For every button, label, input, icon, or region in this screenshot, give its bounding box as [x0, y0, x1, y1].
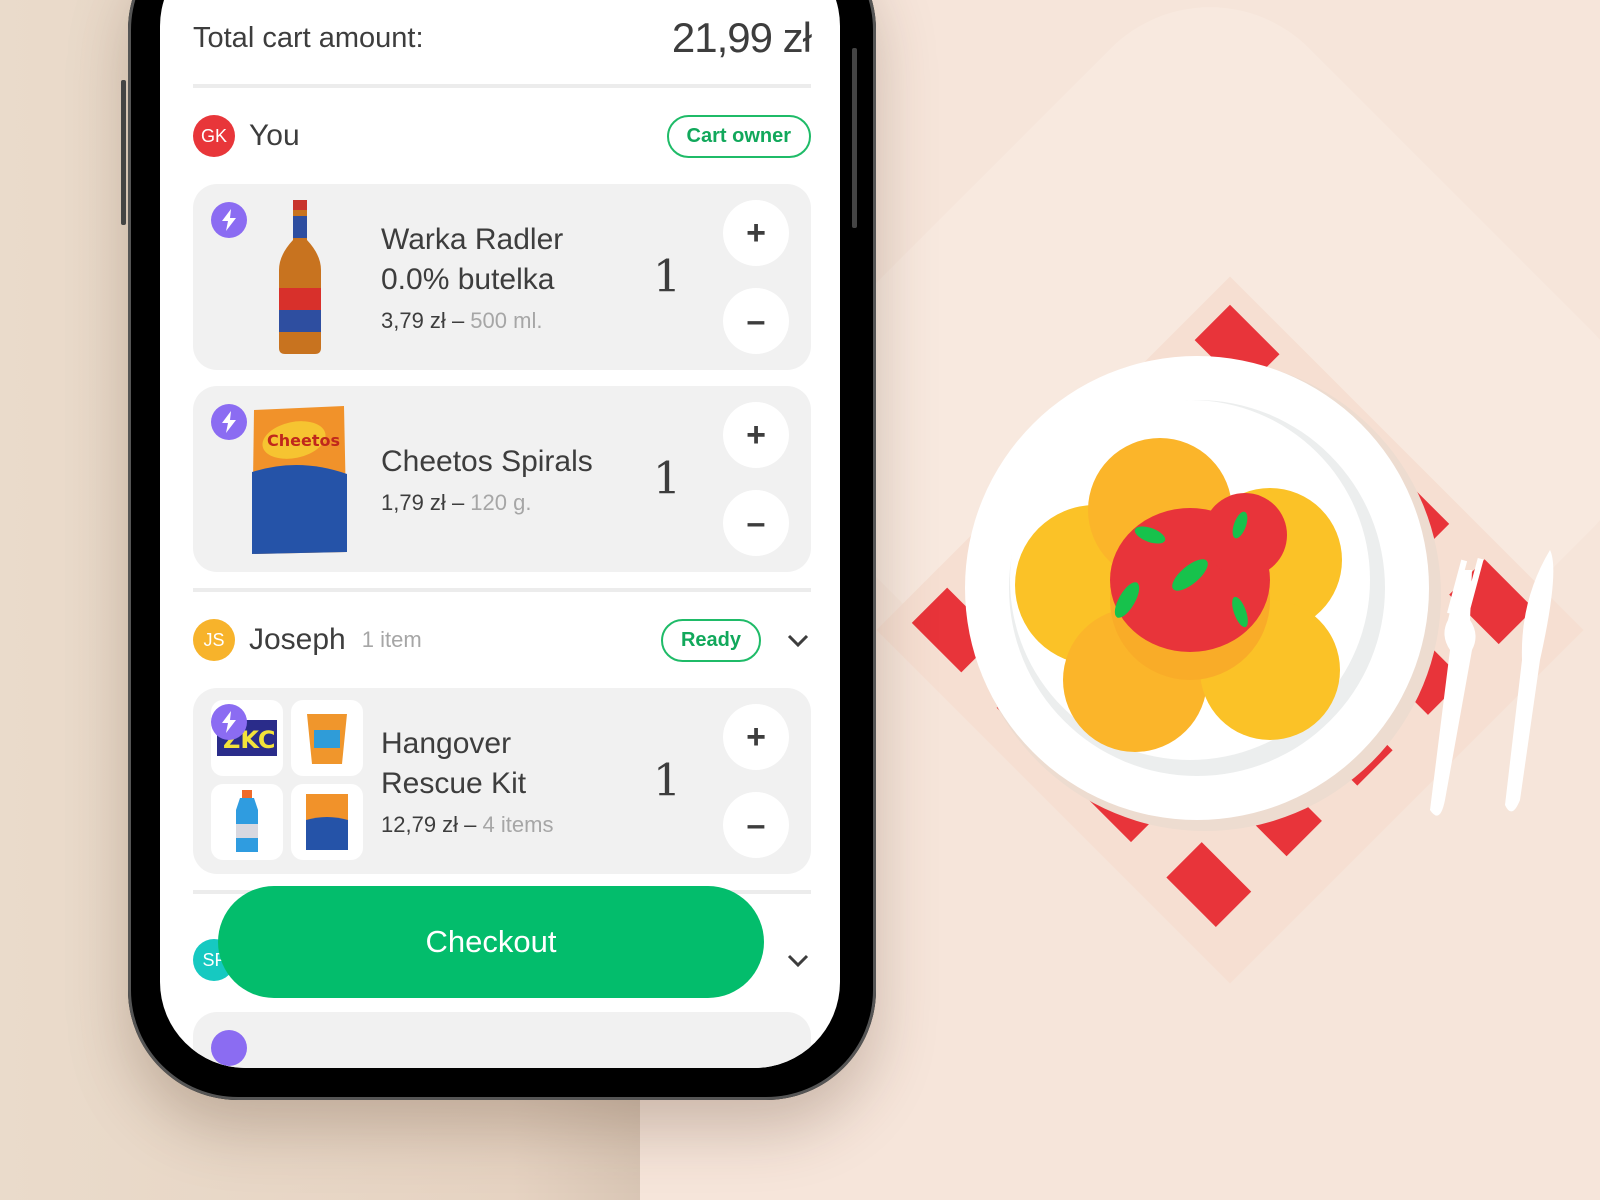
increase-quantity-button[interactable]: +: [723, 200, 789, 266]
item-name: Cheetos Spirals: [381, 445, 593, 478]
svg-text:Cheetos: Cheetos: [267, 431, 340, 450]
bolt-icon: [211, 404, 247, 440]
member-header-you: GK You Cart owner: [193, 88, 811, 184]
item-name: Hangover: [381, 727, 512, 760]
kit-image-cheetos: [291, 784, 363, 860]
member-header-joseph[interactable]: JS Joseph 1 item Ready: [193, 592, 811, 688]
increase-quantity-button[interactable]: +: [723, 402, 789, 468]
item-size: 500 ml.: [470, 308, 543, 333]
member-name: Joseph: [249, 623, 346, 656]
avatar: JS: [193, 619, 235, 661]
cart-owner-badge: Cart owner: [666, 114, 811, 158]
decrease-quantity-button[interactable]: –: [723, 490, 789, 556]
total-amount: 21,99 zł: [671, 14, 812, 61]
item-price: 3,79 zł – 500 ml.: [381, 308, 543, 333]
checkout-button[interactable]: Checkout: [218, 886, 764, 998]
ready-badge: Ready: [660, 618, 761, 662]
member-item-count: 1 item: [361, 627, 422, 652]
member-name: You: [249, 119, 300, 152]
chevron-down-icon[interactable]: [785, 627, 811, 653]
beer-bottle-image: [279, 200, 321, 354]
kit-image-drink: [211, 784, 283, 860]
phone-side-button: [121, 80, 126, 225]
phone-power-button: [852, 48, 857, 228]
item-price: 1,79 zł – 120 g.: [381, 490, 532, 515]
avatar: GK: [193, 115, 235, 157]
phone-screen: Total cart amount: 21,99 zł GK You Cart …: [160, 0, 840, 1068]
item-info: Hangover Rescue Kit 12,79 zł – 4 items: [381, 688, 553, 874]
cart-content: Total cart amount: 21,99 zł GK You Cart …: [193, 0, 812, 894]
quantity: 1: [653, 755, 681, 807]
pasta-plate-illustration: [876, 276, 1584, 984]
cheetos-bag-image: Cheetos: [252, 406, 347, 554]
item-info: Warka Radler 0.0% butelka 3,79 zł – 500 …: [381, 184, 563, 370]
total-label: Total cart amount:: [193, 21, 424, 54]
decrease-quantity-button[interactable]: –: [723, 792, 789, 858]
item-name-line2: Rescue Kit: [381, 767, 527, 800]
increase-quantity-button[interactable]: +: [723, 704, 789, 770]
quantity: 1: [653, 251, 681, 303]
item-name: Warka Radler: [381, 223, 564, 256]
total-row: Total cart amount: 21,99 zł: [193, 0, 812, 72]
cart-item: Warka Radler 0.0% butelka 3,79 zł – 500 …: [193, 184, 811, 370]
quantity: 1: [653, 453, 681, 505]
item-price: 12,79 zł – 4 items: [381, 812, 554, 837]
item-size: 120 g.: [470, 490, 532, 515]
cart-item: ZKC Hangover Rescue Kit 12,79 zł – 4 ite…: [193, 688, 811, 874]
chevron-down-icon[interactable]: [785, 947, 811, 973]
bolt-icon: [211, 1030, 247, 1066]
cart-item: Cheetos Cheetos Spirals 1,79 zł – 120 g.…: [193, 386, 811, 572]
decrease-quantity-button[interactable]: –: [723, 288, 789, 354]
item-size: 4 items: [482, 812, 554, 837]
item-name-line2: 0.0% butelka: [381, 263, 555, 296]
kit-image-icecream: [291, 700, 363, 776]
cart-item-partial: [193, 1012, 811, 1068]
bolt-icon: [211, 704, 247, 740]
item-info: Cheetos Spirals 1,79 zł – 120 g.: [381, 386, 593, 572]
bolt-icon: [211, 202, 247, 238]
